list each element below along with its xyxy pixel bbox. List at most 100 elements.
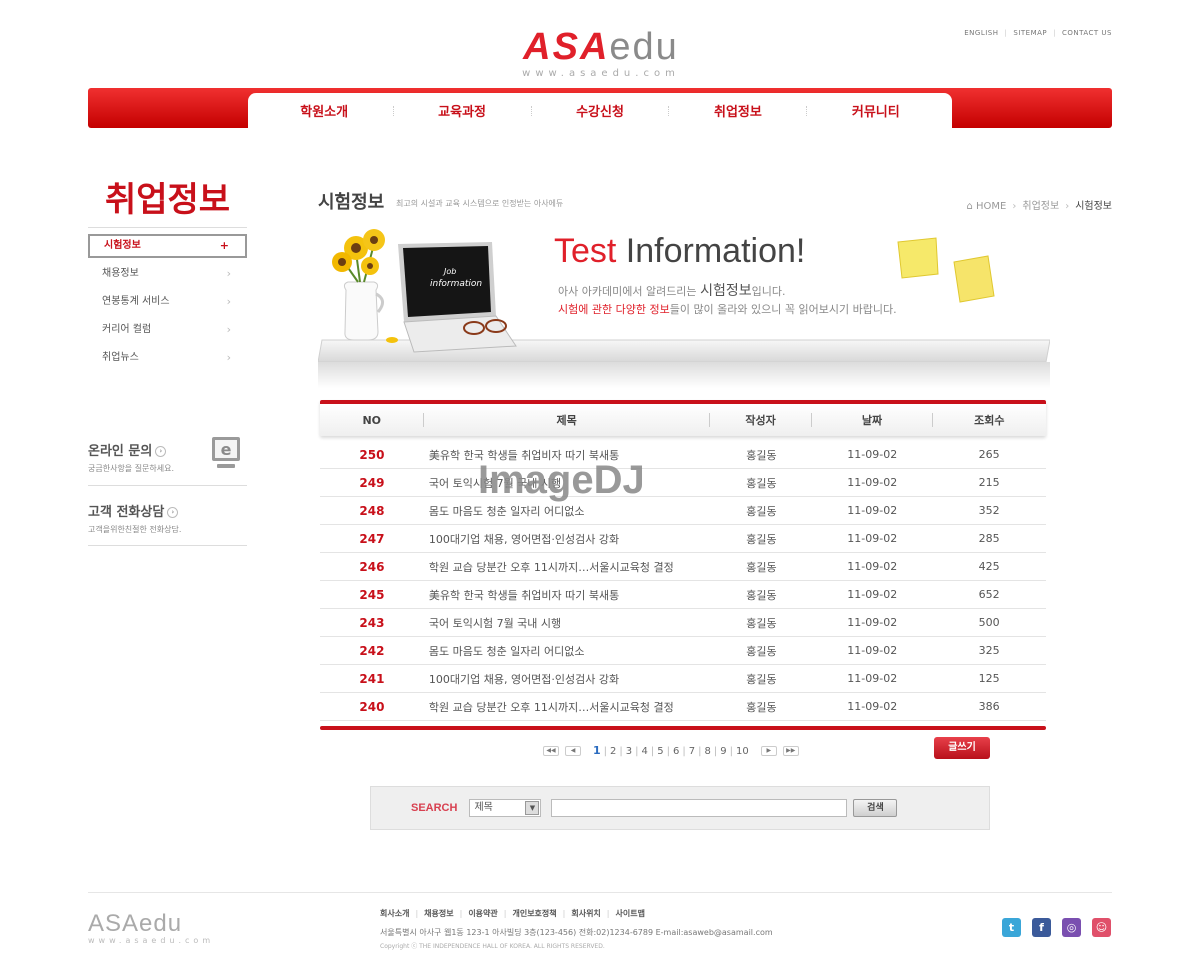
table-row[interactable]: 242 몸도 마음도 청춘 일자리 어디없소 홍길동 11-09-02 325 xyxy=(320,637,1046,665)
row-title[interactable]: 美유학 한국 학생들 취업비자 따기 북새통 xyxy=(424,587,711,603)
next-page-button[interactable]: ▶ xyxy=(760,745,777,756)
footer-link-location[interactable]: 회사위치 xyxy=(571,909,600,918)
logo-edu-text: edu xyxy=(609,26,679,68)
toplink-sitemap[interactable]: SITEMAP xyxy=(1013,29,1047,37)
row-author: 홍길동 xyxy=(746,700,777,714)
page-link[interactable]: 7 xyxy=(689,746,695,757)
home-icon: ⌂ xyxy=(966,201,973,212)
page-link[interactable]: 8 xyxy=(705,746,711,757)
chevron-right-icon: › xyxy=(226,323,231,336)
row-title[interactable]: 100대기업 채용, 영어면접·인성검사 강화 xyxy=(424,531,711,547)
row-no: 245 xyxy=(359,587,385,602)
page-link[interactable]: 9 xyxy=(720,746,726,757)
chevron-down-icon: ▼ xyxy=(525,801,540,815)
chevron-right-icon: › xyxy=(226,267,231,280)
first-page-button[interactable]: ◀◀ xyxy=(543,745,559,756)
search-field-select[interactable]: 제목 ▼ xyxy=(469,799,542,817)
online-inquiry-title: 온라인 문의 xyxy=(88,444,153,459)
footer-logo[interactable]: ASAedu www.asaedu.com xyxy=(88,912,214,946)
sidebar-item-salary-stats[interactable]: 연봉통계 서비스 › xyxy=(88,290,247,318)
banner-line-2: 시험에 관한 다양한 정보들이 많이 올라와 있으니 꼭 읽어보시기 바랍니다. xyxy=(558,303,897,316)
site-logo[interactable]: ASAedu www.asaedu.com xyxy=(506,28,696,79)
gnb-item-courses[interactable]: 교육과정 xyxy=(438,101,486,120)
header-author: 작성자 xyxy=(745,414,776,427)
row-title[interactable]: 학원 교습 당분간 오후 11시까지…서울시교육청 결정 xyxy=(424,699,711,715)
online-inquiry-box[interactable]: 온라인 문의 › 궁금한사항을 질문하세요. e xyxy=(88,437,247,486)
phone-consult-sub: 고객을위한친절한 전화상담. xyxy=(88,525,182,534)
header-no: NO xyxy=(362,413,381,427)
row-author: 홍길동 xyxy=(746,504,777,518)
table-row[interactable]: 245 美유학 한국 학생들 취업비자 따기 북새통 홍길동 11-09-02 652 xyxy=(320,581,1046,609)
prev-page-button[interactable]: ◀ xyxy=(565,745,581,756)
page-link[interactable]: 10 xyxy=(736,746,749,757)
page-link[interactable]: 3 xyxy=(626,746,632,757)
search-button[interactable]: 검색 xyxy=(853,799,898,817)
sidebar-item-recruit[interactable]: 채용정보 › xyxy=(88,262,247,290)
table-row[interactable]: 241 100대기업 채용, 영어면접·인성검사 강화 홍길동 11-09-02 125 xyxy=(320,665,1046,693)
toplink-contact[interactable]: CONTACT US xyxy=(1062,29,1112,37)
row-title[interactable]: 국어 토익시험 7월 국내 시행 xyxy=(424,615,711,631)
page-link[interactable]: 2 xyxy=(610,746,616,757)
search-input[interactable] xyxy=(551,799,848,817)
footer-link-company[interactable]: 회사소개 xyxy=(380,909,409,918)
phone-consult-box[interactable]: 고객 전화상담 › 고객을위한친절한 전화상담. xyxy=(88,501,247,546)
twitter-icon[interactable]: t xyxy=(1002,918,1021,937)
row-date: 11-09-02 xyxy=(847,644,898,657)
banner-title: Test Information! xyxy=(554,232,806,270)
breadcrumb-home[interactable]: HOME xyxy=(976,201,1006,212)
table-row[interactable]: 248 몸도 마음도 청춘 일자리 어디없소 홍길동 11-09-02 352 xyxy=(320,497,1046,525)
row-no: 247 xyxy=(359,531,385,546)
last-page-button[interactable]: ▶▶ xyxy=(782,745,799,756)
sidebar-item-career-column[interactable]: 커리어 컬럼 › xyxy=(88,318,247,346)
footer-link-sitemap[interactable]: 사이트맵 xyxy=(616,909,645,918)
chevron-right-icon: › xyxy=(226,351,231,364)
row-date: 11-09-02 xyxy=(847,476,898,489)
facebook-icon[interactable]: f xyxy=(1032,918,1051,937)
sidebar-item-label: 커리어 컬럼 xyxy=(102,324,152,335)
table-row[interactable]: 246 학원 교습 당분간 오후 11시까지…서울시교육청 결정 홍길동 11-09-… xyxy=(320,553,1046,581)
row-title[interactable]: 몸도 마음도 청춘 일자리 어디없소 xyxy=(424,503,711,519)
footer-link-privacy[interactable]: 개인보호정책 xyxy=(512,909,556,918)
gnb-item-community[interactable]: 커뮤니티 xyxy=(852,101,900,120)
table-row[interactable]: 240 학원 교습 당분간 오후 11시까지…서울시교육청 결정 홍길동 11-09-… xyxy=(320,693,1046,721)
page-link[interactable]: 1 xyxy=(593,744,601,757)
header-views: 조회수 xyxy=(974,414,1005,427)
row-views: 285 xyxy=(978,532,1000,545)
page-link[interactable]: 5 xyxy=(657,746,663,757)
table-row[interactable]: 243 국어 토익시험 7월 국내 시행 홍길동 11-09-02 500 xyxy=(320,609,1046,637)
header-date: 날짜 xyxy=(861,414,883,427)
write-button[interactable]: 글쓰기 xyxy=(934,737,990,759)
breadcrumb-parent[interactable]: 취업정보 xyxy=(1022,201,1059,212)
sidebar-item-job-news[interactable]: 취업뉴스 › xyxy=(88,346,247,374)
phone-consult-title: 고객 전화상담 xyxy=(88,505,165,520)
blog-icon[interactable]: ◎ xyxy=(1062,918,1081,937)
table-row[interactable]: 249 국어 토익시험 7월 국내 시행 홍길동 11-09-02 215 xyxy=(320,469,1046,497)
me2day-icon[interactable]: ☺ xyxy=(1092,918,1111,937)
svg-text:Job: Job xyxy=(442,267,456,276)
sidebar-item-exam-info[interactable]: 시험정보 + xyxy=(88,234,247,258)
table-row[interactable]: 250 美유학 한국 학생들 취업비자 따기 북새통 홍길동 11-09-02 265 xyxy=(320,441,1046,469)
page-link[interactable]: 6 xyxy=(673,746,679,757)
page-separator: | xyxy=(666,746,671,757)
row-title[interactable]: 몸도 마음도 청춘 일자리 어디없소 xyxy=(424,643,711,659)
footer-link-terms[interactable]: 이용약관 xyxy=(468,909,497,918)
row-author: 홍길동 xyxy=(746,644,777,658)
page-description: 최고의 시설과 교육 시스템으로 인정받는 아사에듀 xyxy=(396,199,564,208)
global-nav: 학원소개 교육과정 수강신청 취업정보 커뮤니티 xyxy=(88,88,1112,128)
table-row[interactable]: 247 100대기업 채용, 영어면접·인성검사 강화 홍길동 11-09-02 285 xyxy=(320,525,1046,553)
gnb-item-register[interactable]: 수강신청 xyxy=(576,101,624,120)
row-date: 11-09-02 xyxy=(847,448,898,461)
gnb-item-jobs[interactable]: 취업정보 xyxy=(714,101,762,120)
svg-text:information: information xyxy=(430,279,482,289)
footer-copyright: Copyright ⓒ THE INDEPENDENCE HALL OF KOR… xyxy=(380,943,605,950)
page-link[interactable]: 4 xyxy=(642,746,648,757)
row-title[interactable]: 100대기업 채용, 영어면접·인성검사 강화 xyxy=(424,671,711,687)
row-views: 652 xyxy=(978,588,1000,601)
footer-link-recruit[interactable]: 채용정보 xyxy=(424,909,453,918)
chevron-right-icon: › xyxy=(226,295,231,308)
row-no: 249 xyxy=(359,475,385,490)
gnb-item-about[interactable]: 학원소개 xyxy=(300,101,348,120)
toplink-english[interactable]: ENGLISH xyxy=(964,29,998,37)
row-title[interactable]: 학원 교습 당분간 오후 11시까지…서울시교육청 결정 xyxy=(424,559,711,575)
header-title: 제목 xyxy=(556,414,577,427)
